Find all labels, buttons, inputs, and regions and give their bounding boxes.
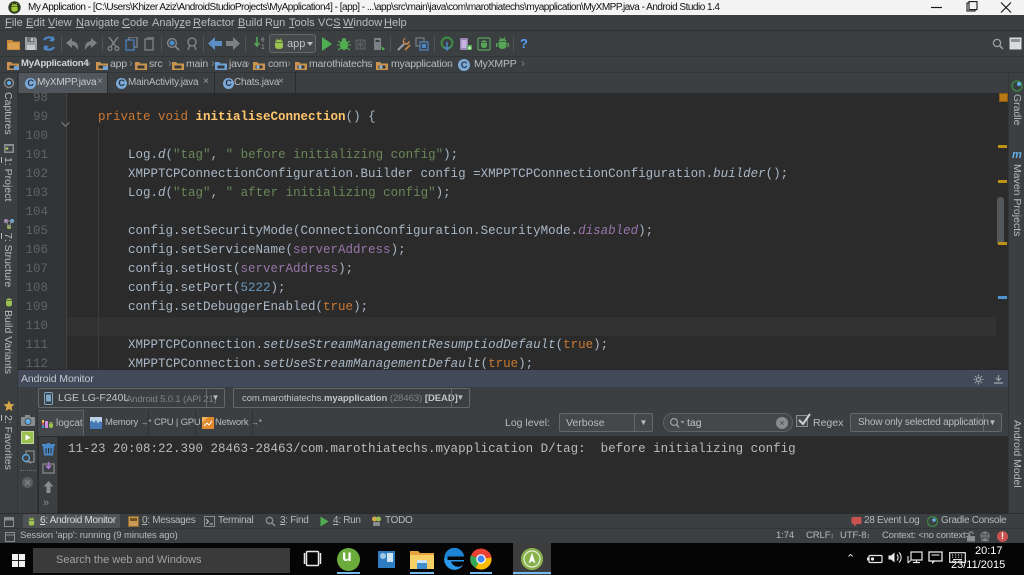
svg-text:1: 1 (261, 44, 265, 51)
svg-text:0: 0 (261, 37, 265, 44)
